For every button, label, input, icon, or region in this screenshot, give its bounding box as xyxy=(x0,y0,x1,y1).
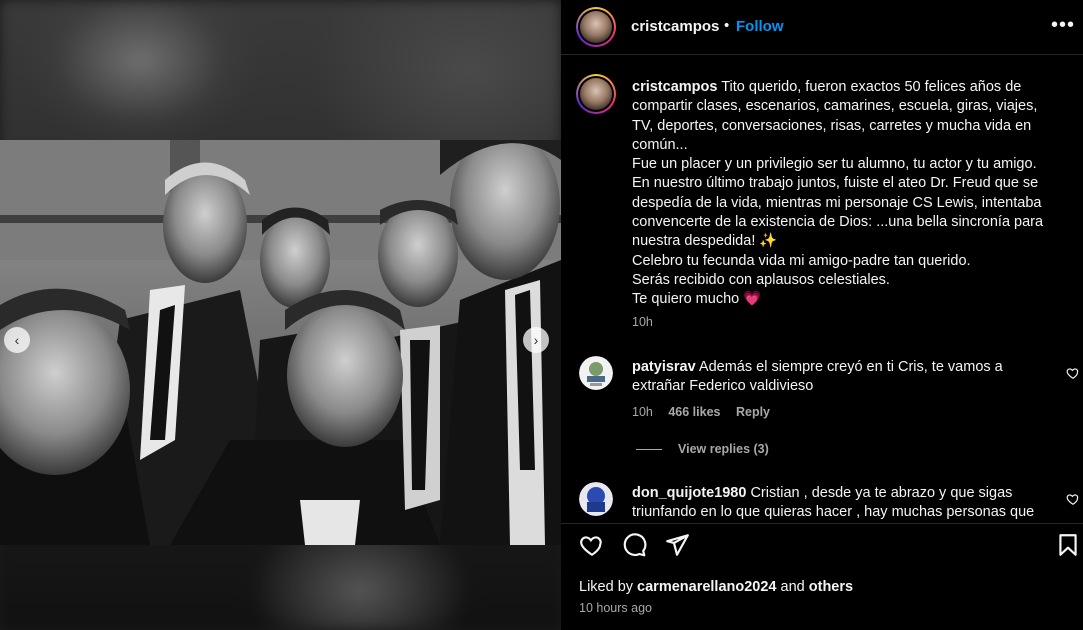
chevron-left-icon: ‹ xyxy=(14,332,20,348)
replies-line xyxy=(636,449,662,451)
commenter-avatar[interactable] xyxy=(579,356,613,390)
liked-by-prefix: Liked by xyxy=(579,579,634,595)
group-selfie-image xyxy=(0,140,561,545)
caption-line: Celebro tu fecunda vida mi amigo-padre t… xyxy=(632,252,971,269)
commenter-username[interactable]: don_quijote1980 xyxy=(632,485,746,501)
caption-line: Fue un placer y un privilegio ser tu alu… xyxy=(632,156,1037,173)
more-options-icon[interactable]: ••• xyxy=(1051,14,1075,37)
comment-bubble-icon[interactable] xyxy=(621,532,647,558)
post-header: cristcampos • Follow ••• xyxy=(561,0,1083,54)
actions-divider xyxy=(561,523,1083,524)
share-send-icon[interactable] xyxy=(664,532,690,558)
liked-by-others[interactable]: others xyxy=(809,579,853,595)
post-photo xyxy=(0,140,561,545)
reply-button[interactable]: Reply xyxy=(736,405,770,419)
comment-time[interactable]: 10h xyxy=(632,405,653,419)
chevron-right-icon: › xyxy=(533,332,539,348)
commenter-username[interactable]: patyisrav xyxy=(632,359,696,375)
header-divider xyxy=(561,54,1083,55)
comment-text: don_quijote1980 Cristian , desde ya te a… xyxy=(632,484,1052,522)
liked-by-user[interactable]: carmenarellano2024 xyxy=(637,579,776,595)
author-username[interactable]: cristcampos xyxy=(631,18,719,35)
bookmark-save-icon[interactable] xyxy=(1055,532,1081,558)
carousel-prev-button[interactable]: ‹ xyxy=(4,327,30,353)
caption-line: Te quiero mucho 💗 xyxy=(632,291,762,308)
commenter-avatar[interactable] xyxy=(579,482,613,516)
comment-list-clip: don_quijote1980 Cristian , desde ya te a… xyxy=(561,480,1083,522)
view-replies-label: View replies (3) xyxy=(678,442,769,456)
caption-avatar[interactable] xyxy=(576,74,616,114)
post-timestamp[interactable]: 10 hours ago xyxy=(579,601,652,615)
comment-like-icon[interactable] xyxy=(1066,492,1080,506)
action-bar xyxy=(561,532,1083,562)
like-heart-icon[interactable] xyxy=(579,532,605,558)
caption-timestamp[interactable]: 10h xyxy=(632,315,653,329)
author-avatar[interactable] xyxy=(576,7,616,47)
comment-meta: 10h 466 likes Reply xyxy=(632,405,782,419)
liked-by-text: Liked by carmenarellano2024 and others xyxy=(579,579,853,595)
comment-text: patyisrav Además el siempre creyó en ti … xyxy=(632,358,1052,396)
post-panel: cristcampos • Follow ••• cristcampos Tit… xyxy=(561,0,1083,630)
view-replies-button[interactable]: View replies (3) xyxy=(636,442,769,456)
follow-button[interactable]: Follow xyxy=(736,18,784,35)
liked-by-and: and xyxy=(780,579,805,595)
post-media: ‹ › xyxy=(0,0,561,630)
caption-line: En nuestro último trabajo juntos, fuiste… xyxy=(632,175,1044,250)
caption-text: cristcampos Tito querido, fueron exactos… xyxy=(632,78,1062,310)
separator-dot: • xyxy=(724,17,730,34)
caption-line: Serás recibido con aplausos celestiales. xyxy=(632,271,890,288)
comment-likes[interactable]: 466 likes xyxy=(668,405,720,419)
carousel-next-button[interactable]: › xyxy=(523,327,549,353)
comment-like-icon[interactable] xyxy=(1066,366,1080,380)
caption-username[interactable]: cristcampos xyxy=(632,79,717,95)
